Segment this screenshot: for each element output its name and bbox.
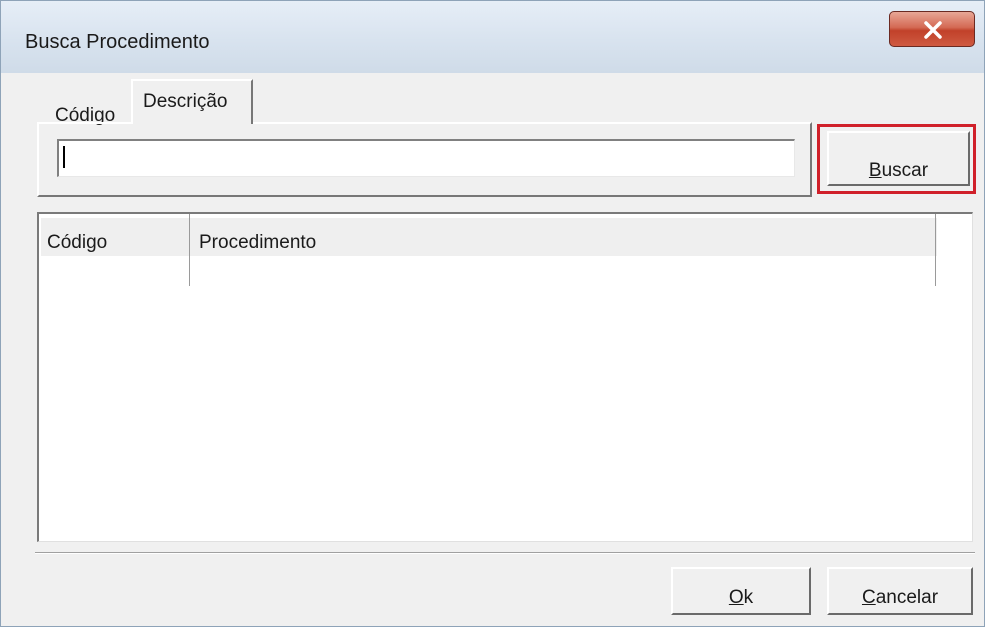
search-input[interactable] — [57, 139, 795, 177]
column-divider[interactable] — [189, 214, 190, 286]
results-list[interactable]: Código Procedimento — [37, 212, 973, 542]
close-x-icon — [924, 21, 942, 39]
cancelar-label-rest: ancelar — [875, 587, 939, 608]
ok-label-rest: k — [743, 587, 754, 608]
list-header: Código Procedimento — [41, 218, 937, 256]
footer-separator — [35, 552, 975, 554]
ok-button[interactable]: Ok — [671, 567, 811, 615]
dialog-window: Busca Procedimento Código Descrição Busc… — [0, 0, 985, 627]
close-button[interactable] — [889, 11, 975, 47]
column-header-procedimento[interactable]: Procedimento — [199, 232, 316, 254]
tab-descricao[interactable]: Descrição — [131, 79, 253, 124]
buscar-label-rest: uscar — [881, 159, 929, 181]
cancelar-mnemonic: C — [861, 587, 876, 608]
column-divider[interactable] — [935, 214, 936, 286]
buscar-mnemonic: B — [868, 159, 882, 181]
tab-codigo[interactable]: Código — [41, 87, 131, 126]
text-caret — [63, 146, 65, 168]
column-header-codigo[interactable]: Código — [47, 232, 107, 254]
ok-mnemonic: O — [728, 587, 744, 608]
title-bar[interactable]: Busca Procedimento — [1, 1, 984, 73]
cancelar-button[interactable]: Cancelar — [827, 567, 973, 615]
buscar-button[interactable]: Buscar — [827, 131, 970, 186]
window-title: Busca Procedimento — [25, 31, 210, 53]
